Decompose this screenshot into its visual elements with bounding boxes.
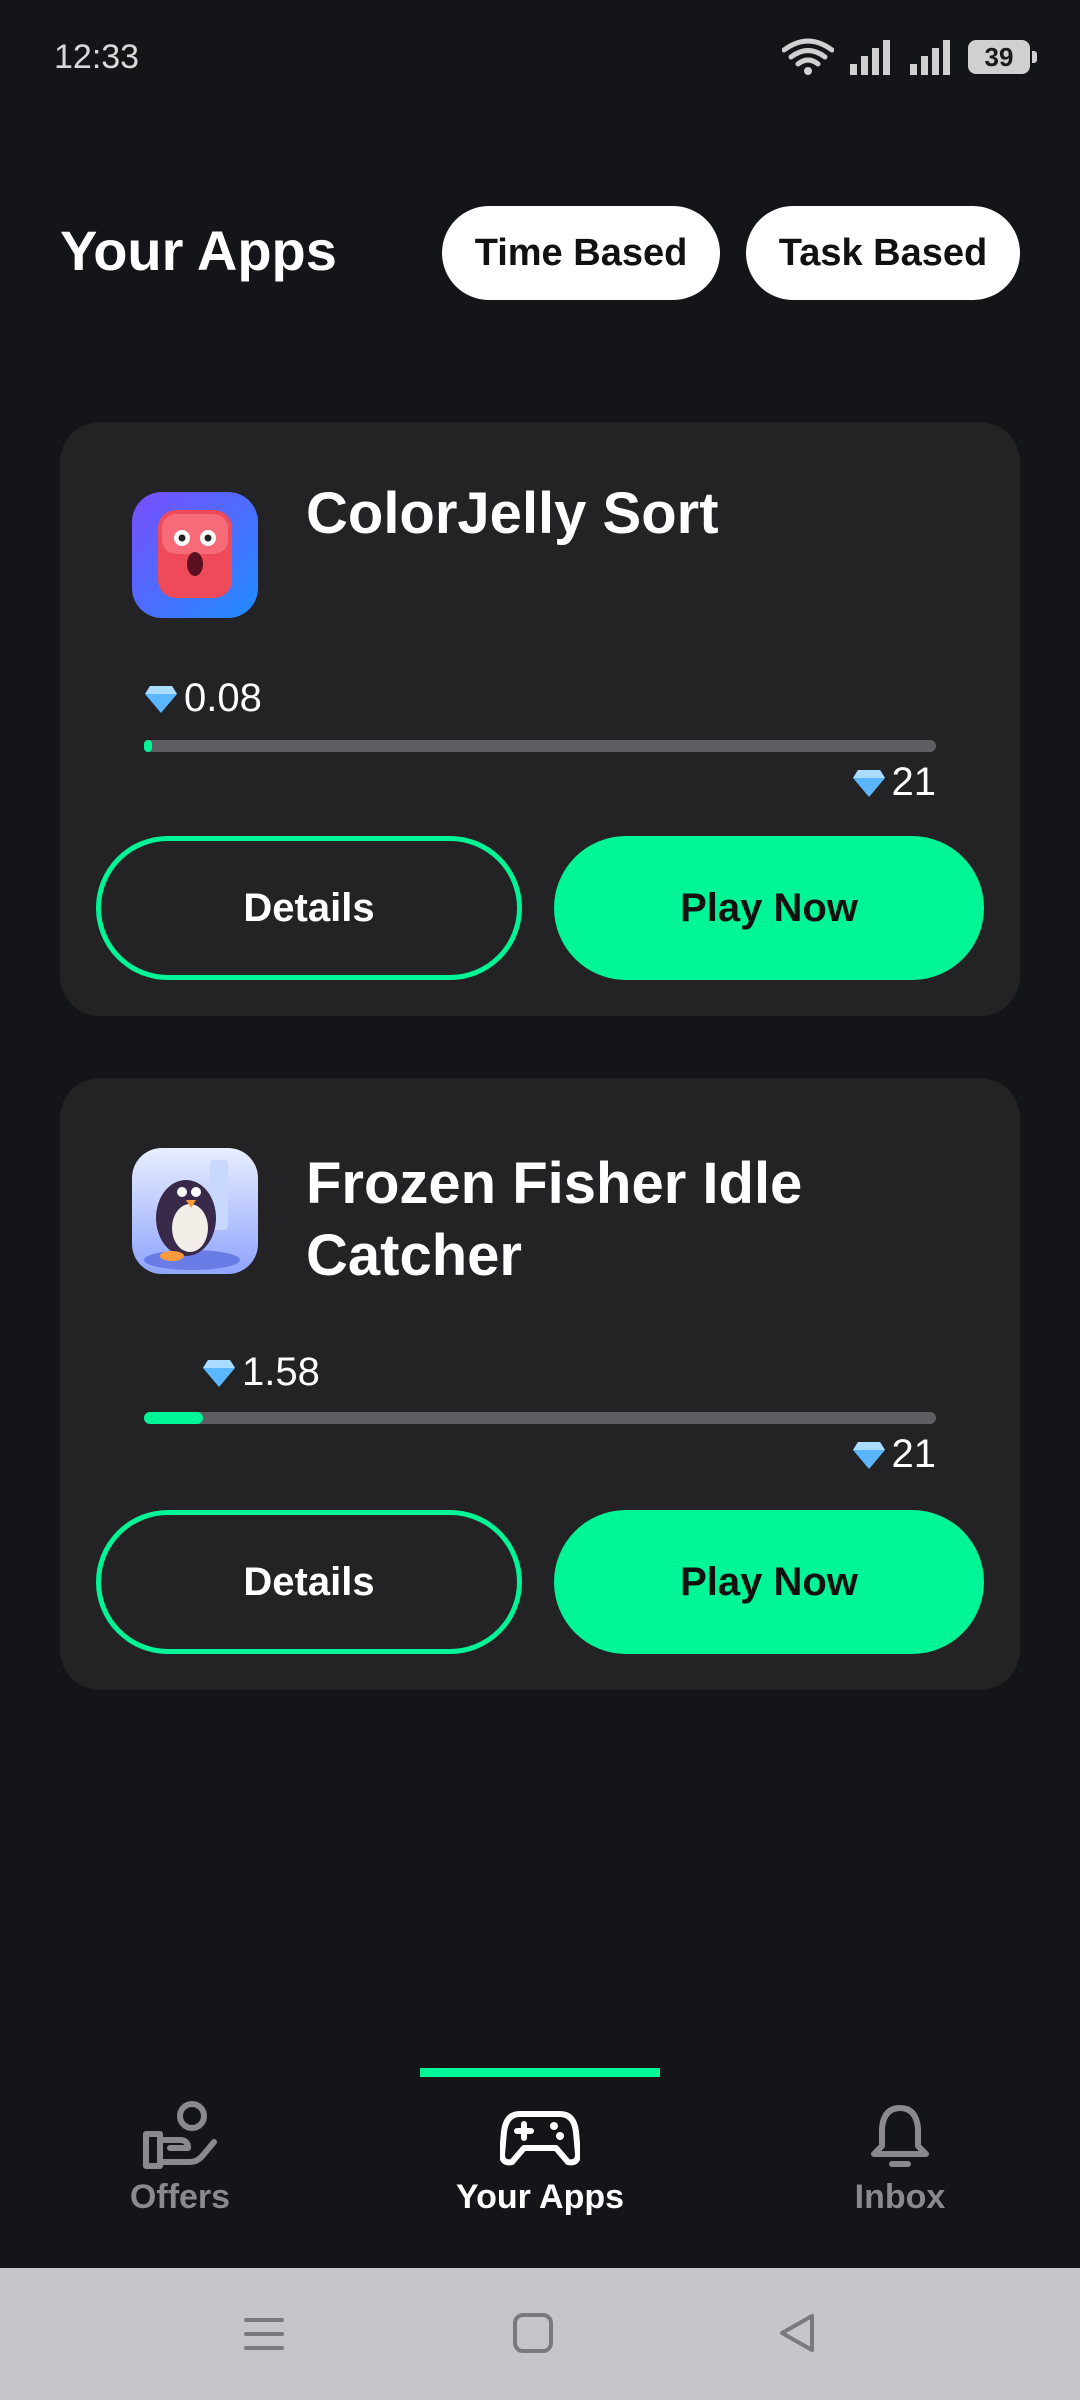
diamond-icon <box>203 1359 235 1387</box>
progress-track <box>144 740 936 752</box>
nav-item-your-apps[interactable]: Your Apps <box>390 2100 690 2217</box>
details-button[interactable]: Details <box>96 836 522 980</box>
diamond-icon <box>852 769 885 797</box>
nav-label-offers: Offers <box>129 2178 231 2216</box>
time-based-filter-button[interactable]: Time Based <box>442 206 720 300</box>
nav-label-inbox: Inbox <box>854 2178 946 2216</box>
status-time: 12:33 <box>54 38 140 76</box>
signal-2-icon <box>910 40 950 75</box>
system-navigation-bar <box>0 2268 1080 2400</box>
diamond-icon <box>145 685 177 713</box>
nav-item-offers[interactable]: Offers <box>30 2100 330 2217</box>
bell-icon <box>871 2105 929 2167</box>
details-button[interactable]: Details <box>96 1510 522 1654</box>
play-now-button[interactable]: Play Now <box>554 836 984 980</box>
progress-fill <box>144 740 152 752</box>
frozen-fisher-app-icon <box>132 1148 258 1274</box>
wifi-icon <box>782 38 834 75</box>
nav-item-inbox[interactable]: Inbox <box>750 2100 1050 2217</box>
earned-value: 0.08 <box>144 676 262 721</box>
colorjelly-app-icon <box>132 492 258 618</box>
target-amount: 21 <box>891 1432 937 1476</box>
progress-track <box>144 1412 936 1424</box>
play-now-button[interactable]: Play Now <box>554 1510 984 1654</box>
status-icons: 39 <box>782 38 1037 76</box>
app-card: ColorJelly Sort 0.08 21 Details Play Now <box>60 422 1020 1016</box>
app-name: Frozen Fisher Idle Catcher <box>306 1151 803 1288</box>
signal-1-icon <box>850 40 890 75</box>
active-tab-indicator <box>420 2068 660 2077</box>
page-title: Your Apps <box>60 219 337 282</box>
progress-fill <box>144 1412 204 1424</box>
target-value: 21 <box>852 760 937 805</box>
battery-indicator: 39 <box>968 40 1037 74</box>
target-value: 21 <box>852 1432 937 1477</box>
menu-icon[interactable] <box>244 2314 284 2354</box>
earned-amount: 0.08 <box>184 676 262 720</box>
app-card: Frozen Fisher Idle Catcher 1.58 21 Detai… <box>60 1078 1020 1690</box>
app-name: ColorJelly Sort <box>306 481 719 546</box>
target-amount: 21 <box>891 760 937 804</box>
gamepad-icon <box>500 2111 580 2166</box>
offers-hand-icon <box>143 2101 217 2169</box>
nav-label-your-apps: Your Apps <box>455 2178 625 2216</box>
diamond-icon <box>852 1441 885 1469</box>
home-icon[interactable] <box>512 2312 554 2354</box>
back-icon[interactable] <box>776 2312 818 2354</box>
earned-value: 1.58 <box>202 1350 320 1395</box>
earned-amount: 1.58 <box>242 1350 320 1394</box>
task-based-filter-button[interactable]: Task Based <box>746 206 1020 300</box>
